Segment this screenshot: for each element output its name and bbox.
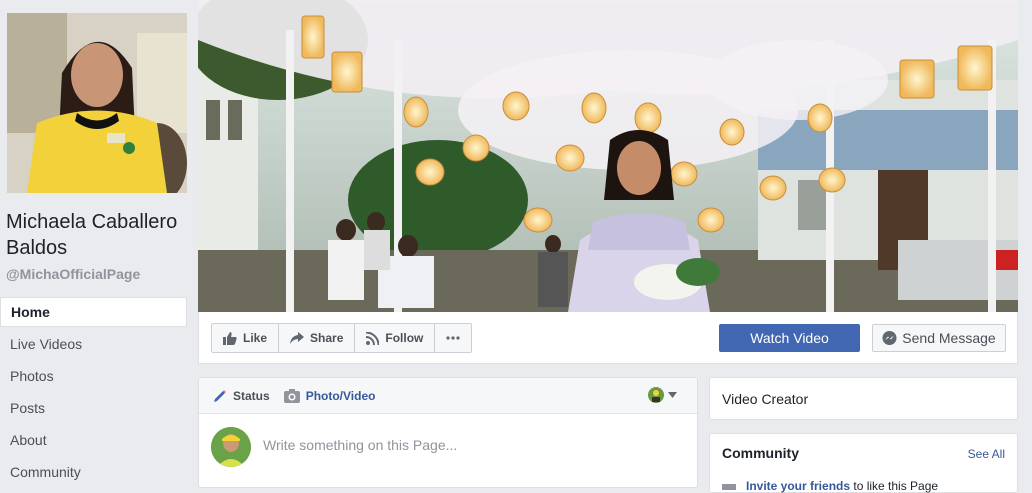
follow-label: Follow xyxy=(385,331,424,345)
post-composer: Status Photo/Video Write something on th… xyxy=(198,377,698,488)
cover-photo-image xyxy=(198,0,1018,312)
invite-friends-row: Invite your friends to like this Page xyxy=(722,479,938,493)
like-button[interactable]: Like xyxy=(212,324,280,352)
post-input[interactable]: Write something on this Page... xyxy=(263,437,457,453)
page-title: Michaela Caballero Baldos xyxy=(6,211,178,259)
nav-item-about[interactable]: About xyxy=(0,425,187,455)
chevron-down-icon xyxy=(668,392,677,398)
camera-icon xyxy=(283,388,300,403)
composer-body: Write something on this Page... xyxy=(199,414,697,474)
share-arrow-icon xyxy=(290,332,305,344)
nav-item-photos[interactable]: Photos xyxy=(0,361,187,391)
page-avatar-icon xyxy=(648,387,664,403)
composer-tabs: Status Photo/Video xyxy=(199,378,697,414)
avatar xyxy=(211,427,251,467)
follow-button[interactable]: Follow xyxy=(355,324,436,352)
invite-icon xyxy=(722,483,736,490)
nav-item-community[interactable]: Community xyxy=(0,457,187,487)
invite-friends-link[interactable]: Invite your friends xyxy=(746,479,850,493)
page-action-buttons: Like Share Follow xyxy=(211,323,473,353)
nav-item-home[interactable]: Home xyxy=(0,297,187,327)
page-category[interactable]: Video Creator xyxy=(722,391,808,407)
page-action-bar: Like Share Follow Watch Video Send Messa… xyxy=(198,312,1018,364)
send-message-button[interactable]: Send Message xyxy=(872,324,1006,352)
profile-photo-image xyxy=(7,13,187,193)
more-options-button[interactable] xyxy=(435,324,471,352)
send-message-label: Send Message xyxy=(902,330,996,346)
tab-status-label: Status xyxy=(233,388,270,403)
page-username[interactable]: @MichaOfficialPage xyxy=(6,266,140,282)
see-all-link[interactable]: See All xyxy=(968,447,1005,461)
tab-photo-video[interactable]: Photo/Video xyxy=(283,388,376,403)
share-label: Share xyxy=(310,331,344,345)
messenger-icon xyxy=(882,330,897,345)
cover-photo[interactable] xyxy=(198,0,1018,312)
pencil-icon xyxy=(214,389,226,402)
thumbs-up-icon xyxy=(223,331,237,345)
watch-video-button[interactable]: Watch Video xyxy=(719,324,860,352)
rss-icon xyxy=(366,331,380,345)
nav-item-posts[interactable]: Posts xyxy=(0,393,187,423)
page-category-card: Video Creator xyxy=(709,377,1018,420)
tab-status[interactable]: Status xyxy=(213,389,270,403)
share-button[interactable]: Share xyxy=(279,324,356,352)
community-card: Community See All Invite your friends to… xyxy=(709,433,1018,493)
nav-item-live-videos[interactable]: Live Videos xyxy=(0,329,187,359)
post-as-selector[interactable] xyxy=(648,387,677,403)
left-navigation: Home Live Videos Photos Posts About Comm… xyxy=(0,297,187,489)
more-dots-icon xyxy=(446,336,460,340)
like-label: Like xyxy=(243,331,268,345)
user-avatar-image xyxy=(211,427,251,467)
community-heading: Community xyxy=(722,445,799,461)
invite-text: to like this Page xyxy=(850,479,939,493)
profile-picture[interactable] xyxy=(7,13,187,193)
tab-photo-video-label: Photo/Video xyxy=(305,388,376,403)
